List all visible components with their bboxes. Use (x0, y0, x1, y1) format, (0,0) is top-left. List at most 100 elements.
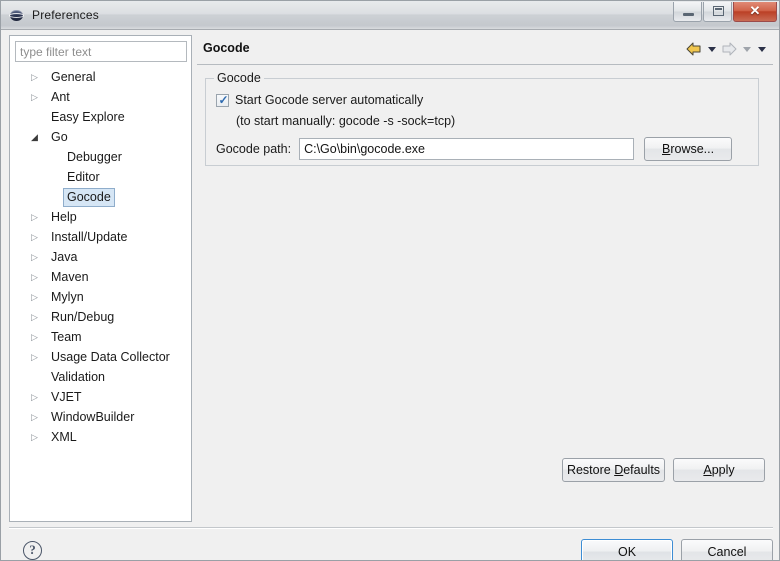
tree-item-install-update[interactable]: ▷ Install/Update (11, 227, 190, 247)
tree-twisty-collapsed-icon[interactable]: ▷ (29, 327, 40, 347)
window-controls: ✕ (672, 2, 777, 22)
page-title: Gocode (203, 41, 250, 55)
tree-twisty-expanded-icon[interactable]: ◢ (29, 127, 40, 147)
tree-twisty-collapsed-icon[interactable]: ▷ (29, 207, 40, 227)
apply-accel: A (703, 463, 712, 477)
preference-tree-panel: ▷ General ▷ Ant Easy Explore ◢ Go Debugger Edito… (9, 35, 192, 522)
tree-item-xml[interactable]: ▷ XML (11, 427, 190, 447)
tree-item-run-debug[interactable]: ▷ Run/Debug (11, 307, 190, 327)
cancel-button[interactable]: Cancel (681, 539, 773, 560)
preference-tree[interactable]: ▷ General ▷ Ant Easy Explore ◢ Go Debugger Edito… (11, 67, 190, 520)
tree-item-label: Usage Data Collector (51, 349, 170, 364)
gocode-path-input[interactable] (299, 138, 635, 160)
group-legend: Gocode (214, 71, 264, 85)
tree-item-java[interactable]: ▷ Java (11, 247, 190, 267)
tree-item-general[interactable]: ▷ General (11, 67, 190, 87)
tree-twisty-collapsed-icon[interactable]: ▷ (29, 247, 40, 267)
tree-item-label: WindowBuilder (51, 409, 135, 424)
tree-twisty-collapsed-icon[interactable]: ▷ (29, 87, 40, 107)
restore-rest: efaults (623, 463, 661, 477)
maximize-icon (713, 6, 724, 16)
tree-item-label: Java (51, 249, 78, 264)
tree-item-label: Editor (67, 169, 100, 184)
maximize-button[interactable] (703, 2, 732, 22)
tree-item-validation[interactable]: Validation (11, 367, 190, 387)
tree-item-label: Gocode (63, 187, 115, 207)
tree-item-help[interactable]: ▷ Help (11, 207, 190, 227)
gocode-path-row: Gocode path: Browse... (216, 137, 750, 161)
tree-item-label: Mylyn (51, 289, 84, 304)
close-button[interactable]: ✕ (733, 2, 777, 22)
page-action-buttons: Restore Defaults Apply (562, 458, 765, 482)
check-icon: ✓ (218, 92, 229, 107)
apply-button[interactable]: Apply (673, 458, 765, 482)
tree-item-go[interactable]: ◢ Go (11, 127, 190, 147)
apply-rest: pply (711, 463, 735, 477)
preference-page: Gocode Gocode ✓ Start Gocode server auto… (197, 35, 773, 522)
tree-twisty-collapsed-icon[interactable]: ▷ (29, 227, 40, 247)
tree-item-label: Go (51, 129, 68, 144)
page-header: Gocode (197, 35, 773, 65)
tree-item-label: Maven (51, 269, 89, 284)
page-navigation-toolbar (685, 40, 768, 58)
window-title: Preferences (32, 8, 99, 22)
tree-item-easy-explore[interactable]: Easy Explore (11, 107, 190, 127)
view-menu-chevron-down-icon[interactable] (755, 41, 768, 57)
title-bar-left: Preferences (9, 1, 99, 29)
browse-button-rest: rowse... (670, 142, 715, 156)
tree-item-label: Validation (51, 369, 105, 384)
browse-button[interactable]: Browse... (644, 137, 733, 161)
forward-arrow-icon (720, 41, 738, 57)
tree-item-label: Debugger (67, 149, 122, 164)
tree-twisty-collapsed-icon[interactable]: ▷ (29, 307, 40, 327)
tree-item-team[interactable]: ▷ Team (11, 327, 190, 347)
tree-item-mylyn[interactable]: ▷ Mylyn (11, 287, 190, 307)
tree-item-label: VJET (51, 389, 82, 404)
start-server-checkbox-row[interactable]: ✓ Start Gocode server automatically (216, 93, 423, 107)
restore-prefix: Restore (566, 463, 615, 477)
tree-item-label: Run/Debug (51, 309, 115, 324)
tree-item-label: Install/Update (51, 229, 128, 244)
restore-defaults-button[interactable]: Restore Defaults (562, 458, 665, 482)
help-icon[interactable]: ? (23, 541, 42, 560)
dialog-body: ▷ General ▷ Ant Easy Explore ◢ Go Debugger Edito… (1, 30, 779, 560)
close-icon: ✕ (749, 3, 761, 18)
start-server-checkbox[interactable]: ✓ (216, 92, 229, 107)
tree-twisty-collapsed-icon[interactable]: ▷ (29, 427, 40, 447)
tree-item-maven[interactable]: ▷ Maven (11, 267, 190, 287)
forward-history-chevron-down-icon (740, 41, 753, 57)
tree-item-label: Easy Explore (51, 109, 125, 124)
footer-separator-highlight (9, 528, 773, 529)
tree-item-label: General (51, 69, 96, 84)
tree-twisty-collapsed-icon[interactable]: ▷ (29, 287, 40, 307)
start-server-checkbox-label: Start Gocode server automatically (235, 93, 424, 107)
tree-item-vjet[interactable]: ▷ VJET (11, 387, 190, 407)
gocode-group: Gocode ✓ Start Gocode server automatical… (205, 71, 759, 166)
ok-button[interactable]: OK (581, 539, 673, 560)
tree-item-debugger[interactable]: Debugger (11, 147, 190, 167)
eclipse-globe-icon (9, 7, 25, 23)
tree-twisty-collapsed-icon[interactable]: ▷ (29, 67, 40, 87)
filter-input[interactable] (15, 41, 187, 62)
tree-twisty-collapsed-icon[interactable]: ▷ (29, 407, 40, 427)
back-arrow-icon[interactable] (685, 41, 703, 57)
tree-item-usage-data-collector[interactable]: ▷ Usage Data Collector (11, 347, 190, 367)
minimize-icon (683, 13, 694, 16)
manual-start-hint: (to start manually: gocode -s -sock=tcp) (236, 114, 456, 128)
minimize-button[interactable] (673, 2, 702, 22)
tree-item-label: XML (51, 429, 77, 444)
preferences-dialog: Preferences ✕ ▷ General ▷ Ant Easy Explore ◢ G… (0, 0, 780, 561)
title-bar: Preferences ✕ (1, 1, 779, 30)
tree-twisty-collapsed-icon[interactable]: ▷ (29, 347, 40, 367)
tree-twisty-collapsed-icon[interactable]: ▷ (29, 387, 40, 407)
tree-item-gocode[interactable]: Gocode (11, 187, 190, 207)
tree-item-label: Team (51, 329, 82, 344)
tree-item-label: Ant (51, 89, 70, 104)
tree-item-editor[interactable]: Editor (11, 167, 190, 187)
dialog-buttons: OK Cancel (581, 539, 773, 560)
tree-twisty-collapsed-icon[interactable]: ▷ (29, 267, 40, 287)
tree-item-ant[interactable]: ▷ Ant (11, 87, 190, 107)
tree-item-windowbuilder[interactable]: ▷ WindowBuilder (11, 407, 190, 427)
gocode-path-label: Gocode path: (216, 142, 292, 156)
back-history-chevron-down-icon[interactable] (705, 41, 718, 57)
